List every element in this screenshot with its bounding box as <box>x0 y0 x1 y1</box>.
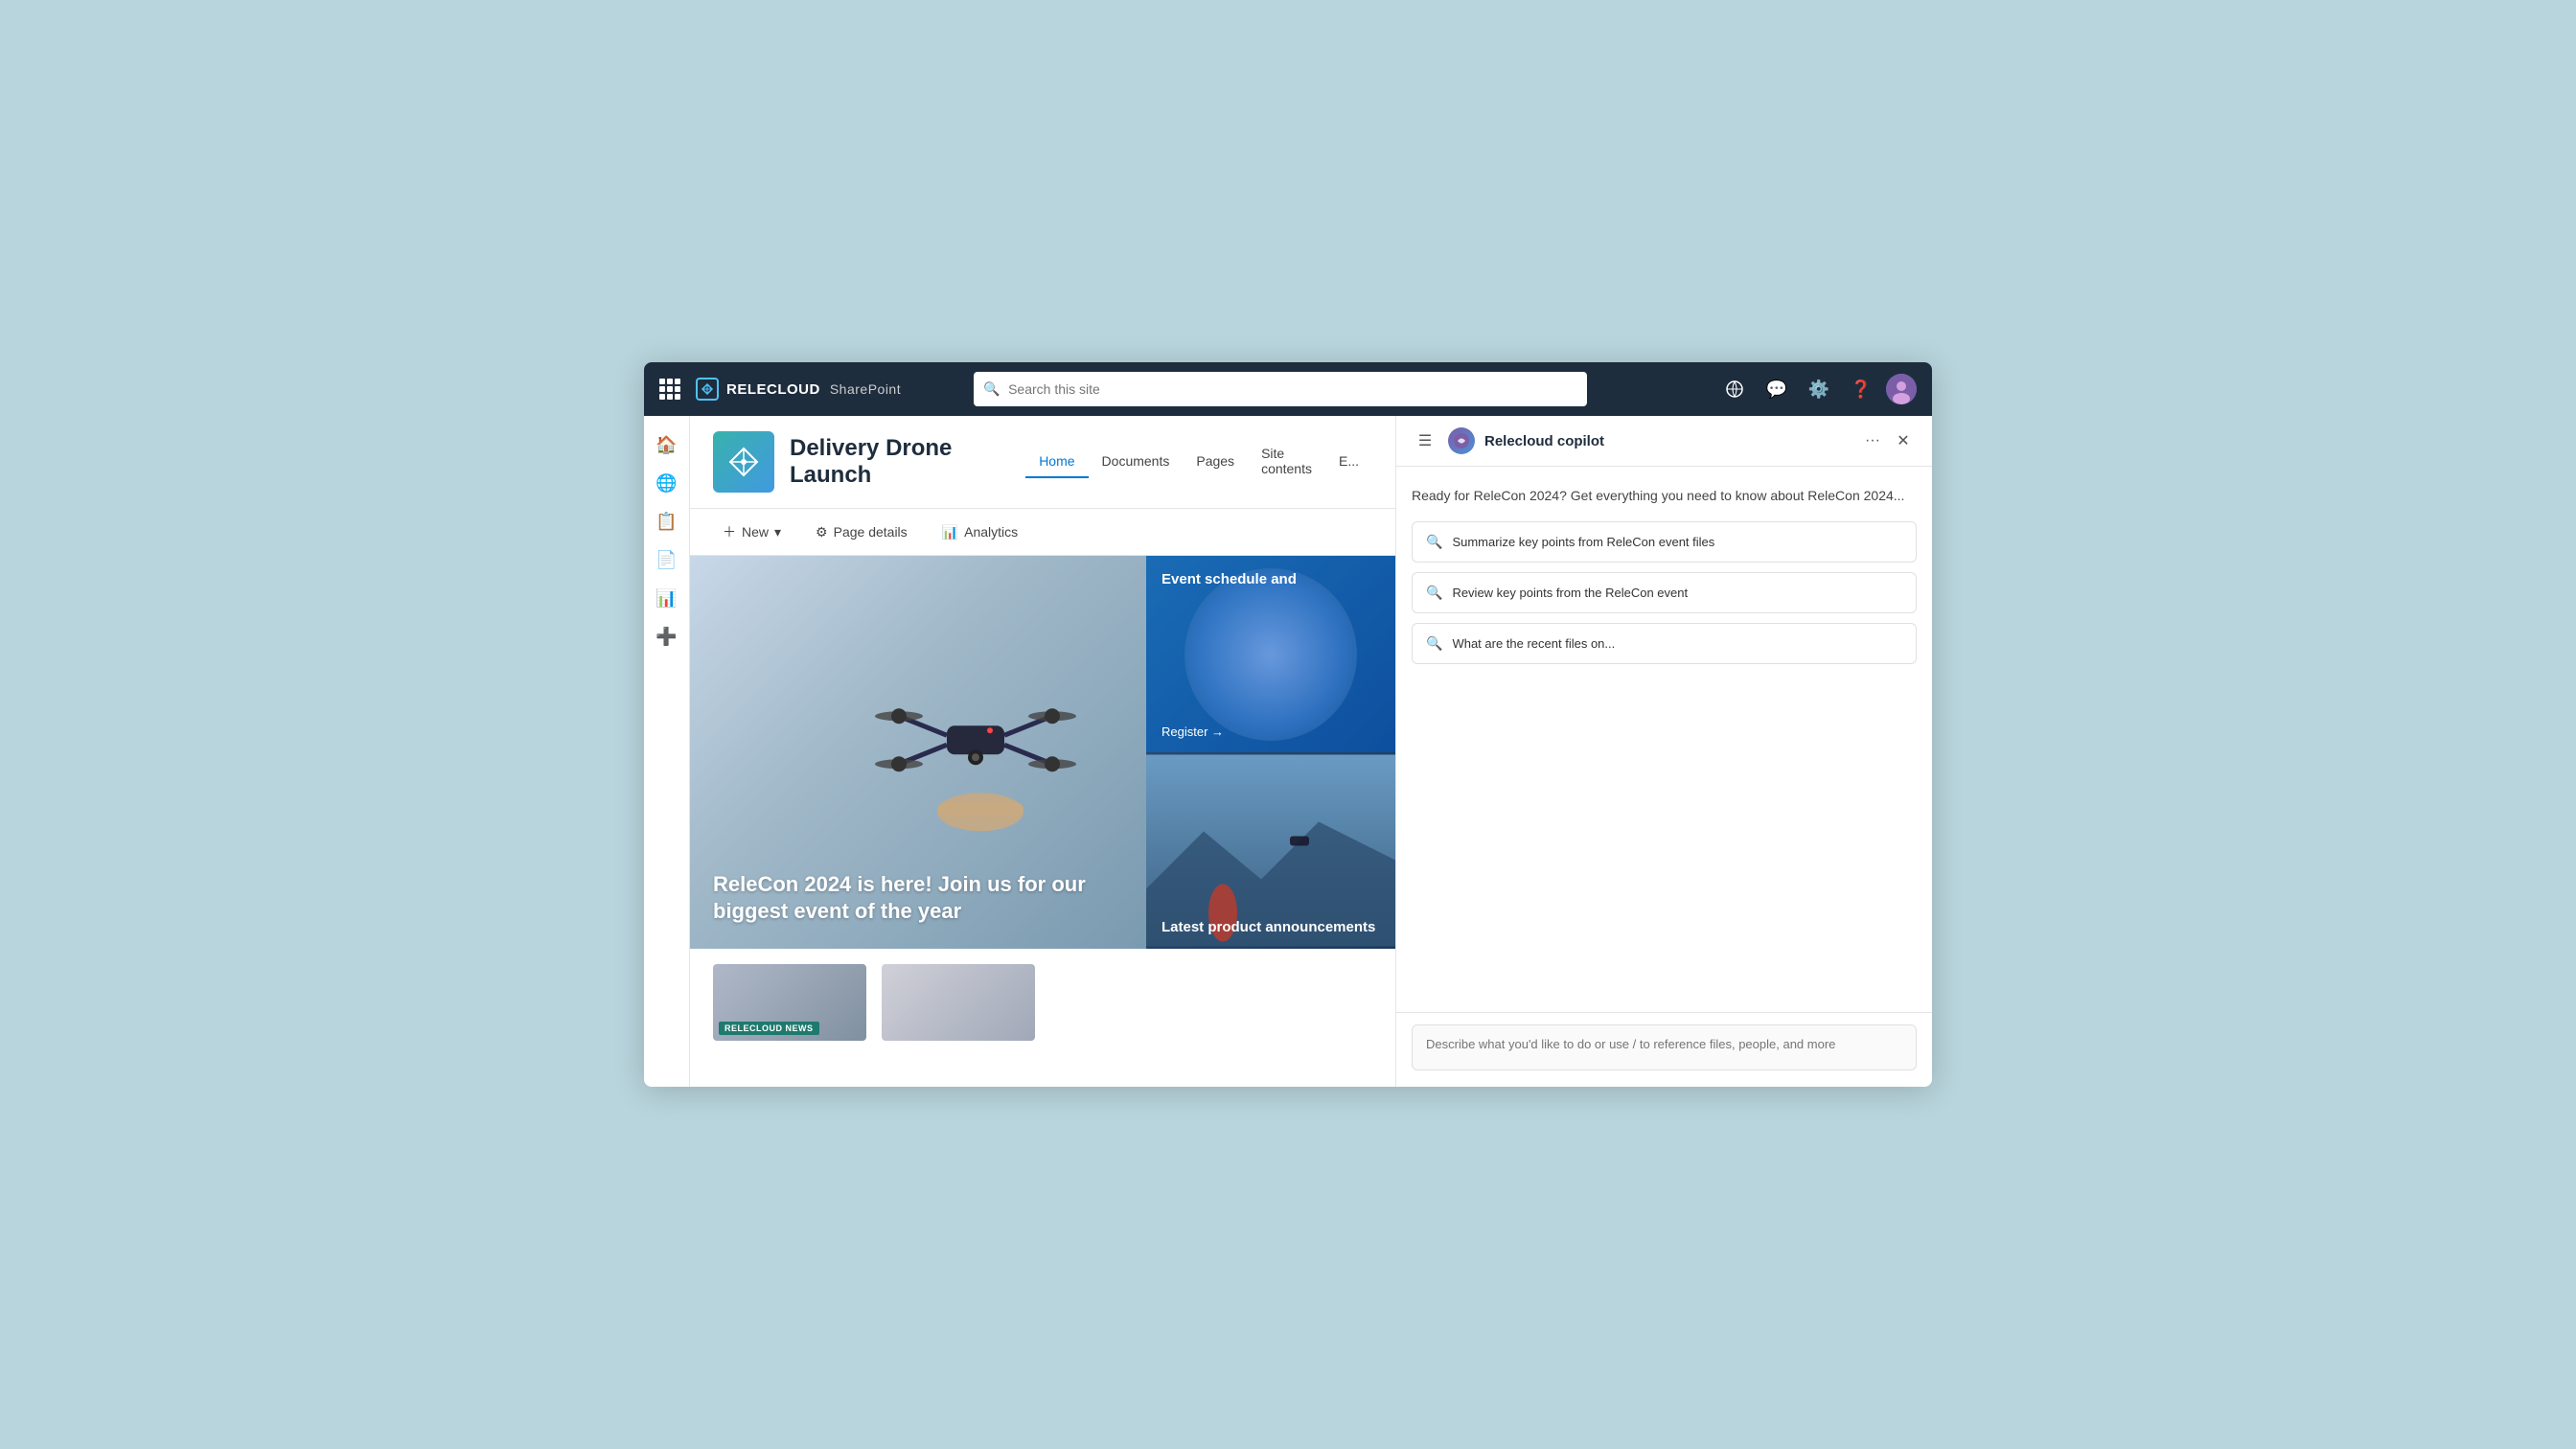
avatar[interactable] <box>1886 374 1917 404</box>
copilot-actions: ··· ✕ <box>1859 427 1917 454</box>
new-chevron-icon: ▾ <box>774 524 781 540</box>
site-header: Delivery Drone Launch Home Documents Pag… <box>690 416 1395 509</box>
event-label: Event schedule and <box>1162 571 1297 587</box>
sidebar-item-lists[interactable]: 📋 <box>650 504 684 539</box>
copilot-intro: Ready for ReleCon 2024? Get everything y… <box>1412 486 1917 506</box>
nav-edit[interactable]: E... <box>1325 446 1372 478</box>
product-label: Latest product announcements <box>1146 906 1395 949</box>
page-toolbar: ＋ New ▾ ⚙ Page details 📊 Analytics <box>690 509 1395 556</box>
settings-button[interactable]: ⚙️ <box>1802 372 1836 406</box>
brand-logo[interactable]: RELECLOUD SharePoint <box>696 378 901 401</box>
copilot-header: ☰ Relecloud copilot ··· ✕ <box>1396 416 1932 467</box>
hero-side: Event schedule and Register → <box>1146 556 1395 949</box>
analytics-label: Analytics <box>964 524 1018 540</box>
suggestion-text-3: What are the recent files on... <box>1452 636 1615 651</box>
analytics-button[interactable]: 📊 Analytics <box>932 518 1027 546</box>
hero-card-product[interactable]: Latest product announcements <box>1146 752 1395 949</box>
suggestion-search-icon-3: 🔍 <box>1426 635 1442 652</box>
drone-image <box>832 644 1119 840</box>
hero-main-text: ReleCon 2024 is here! Join us for our bi… <box>713 871 1123 926</box>
copilot-menu-icon[interactable]: ☰ <box>1412 427 1438 454</box>
language-button[interactable] <box>1717 372 1752 406</box>
site-title-area: Delivery Drone Launch <box>790 435 979 489</box>
top-bar: RELECLOUD SharePoint 🔍 💬 ⚙️ ❓ <box>644 362 1932 416</box>
app-name: SharePoint <box>830 381 901 397</box>
page-content: Delivery Drone Launch Home Documents Pag… <box>690 416 1395 1087</box>
page-details-button[interactable]: ⚙ Page details <box>806 518 917 546</box>
brand-name: RELECLOUD <box>726 381 820 398</box>
sidebar-item-tables[interactable]: 📊 <box>650 581 684 615</box>
nav-home[interactable]: Home <box>1025 446 1088 478</box>
news-card-2[interactable] <box>882 964 1035 1041</box>
news-area: RELECLOUD NEWS <box>690 949 1395 1056</box>
hero-card-event[interactable]: Event schedule and Register → <box>1146 556 1395 752</box>
nav-site-contents[interactable]: Site contents <box>1248 438 1325 486</box>
analytics-icon: 📊 <box>942 524 958 540</box>
copilot-panel: ☰ Relecloud copilot ··· ✕ Ready for Rele… <box>1395 416 1932 1087</box>
site-logo <box>713 431 774 493</box>
new-icon: ＋ <box>723 522 736 541</box>
nav-pages[interactable]: Pages <box>1183 446 1248 478</box>
nav-documents[interactable]: Documents <box>1089 446 1184 478</box>
news-badge-1: RELECLOUD NEWS <box>719 1022 819 1035</box>
hero-grid: ReleCon 2024 is here! Join us for our bi… <box>690 556 1395 949</box>
copilot-suggestion-2[interactable]: 🔍 Review key points from the ReleCon eve… <box>1412 572 1917 613</box>
copilot-input[interactable] <box>1412 1024 1917 1070</box>
copilot-avatar-icon <box>1448 427 1475 454</box>
hero-text: ReleCon 2024 is here! Join us for our bi… <box>690 848 1146 949</box>
copilot-title: Relecloud copilot <box>1484 433 1850 449</box>
page-details-label: Page details <box>834 524 908 540</box>
copilot-body: Ready for ReleCon 2024? Get everything y… <box>1396 467 1932 1012</box>
waffle-menu-icon[interactable] <box>659 379 680 400</box>
suggestion-search-icon-2: 🔍 <box>1426 585 1442 601</box>
sidebar-item-sites[interactable]: 🌐 <box>650 466 684 500</box>
sidebar: 🏠 🌐 📋 📄 📊 ➕ <box>644 416 690 1087</box>
news-card-1[interactable]: RELECLOUD NEWS <box>713 964 866 1041</box>
suggestion-text-2: Review key points from the ReleCon event <box>1452 586 1688 600</box>
search-bar[interactable]: 🔍 <box>974 372 1587 406</box>
suggestion-text-1: Summarize key points from ReleCon event … <box>1452 535 1714 549</box>
search-input[interactable] <box>974 372 1587 406</box>
copilot-input-area <box>1396 1012 1932 1087</box>
page-details-icon: ⚙ <box>816 524 828 540</box>
help-button[interactable]: ❓ <box>1844 372 1878 406</box>
top-bar-actions: 💬 ⚙️ ❓ <box>1717 372 1917 406</box>
sidebar-item-pages[interactable]: 📄 <box>650 542 684 577</box>
copilot-suggestion-3[interactable]: 🔍 What are the recent files on... <box>1412 623 1917 664</box>
chat-button[interactable]: 💬 <box>1760 372 1794 406</box>
search-icon: 🔍 <box>983 381 1000 398</box>
new-label: New <box>742 524 769 540</box>
register-link[interactable]: Register → <box>1162 724 1224 739</box>
sidebar-item-add[interactable]: ➕ <box>650 619 684 654</box>
main-area: 🏠 🌐 📋 📄 📊 ➕ Delivery Dro <box>644 416 1932 1087</box>
suggestion-search-icon-1: 🔍 <box>1426 534 1442 550</box>
new-button[interactable]: ＋ New ▾ <box>713 517 791 547</box>
site-title: Delivery Drone Launch <box>790 435 979 489</box>
site-nav: Home Documents Pages Site contents E... <box>1025 438 1372 486</box>
hero-main: ReleCon 2024 is here! Join us for our bi… <box>690 556 1146 949</box>
sidebar-item-home[interactable]: 🏠 <box>650 427 684 462</box>
copilot-suggestion-1[interactable]: 🔍 Summarize key points from ReleCon even… <box>1412 521 1917 563</box>
copilot-close-button[interactable]: ✕ <box>1890 427 1917 454</box>
copilot-more-button[interactable]: ··· <box>1859 427 1886 454</box>
